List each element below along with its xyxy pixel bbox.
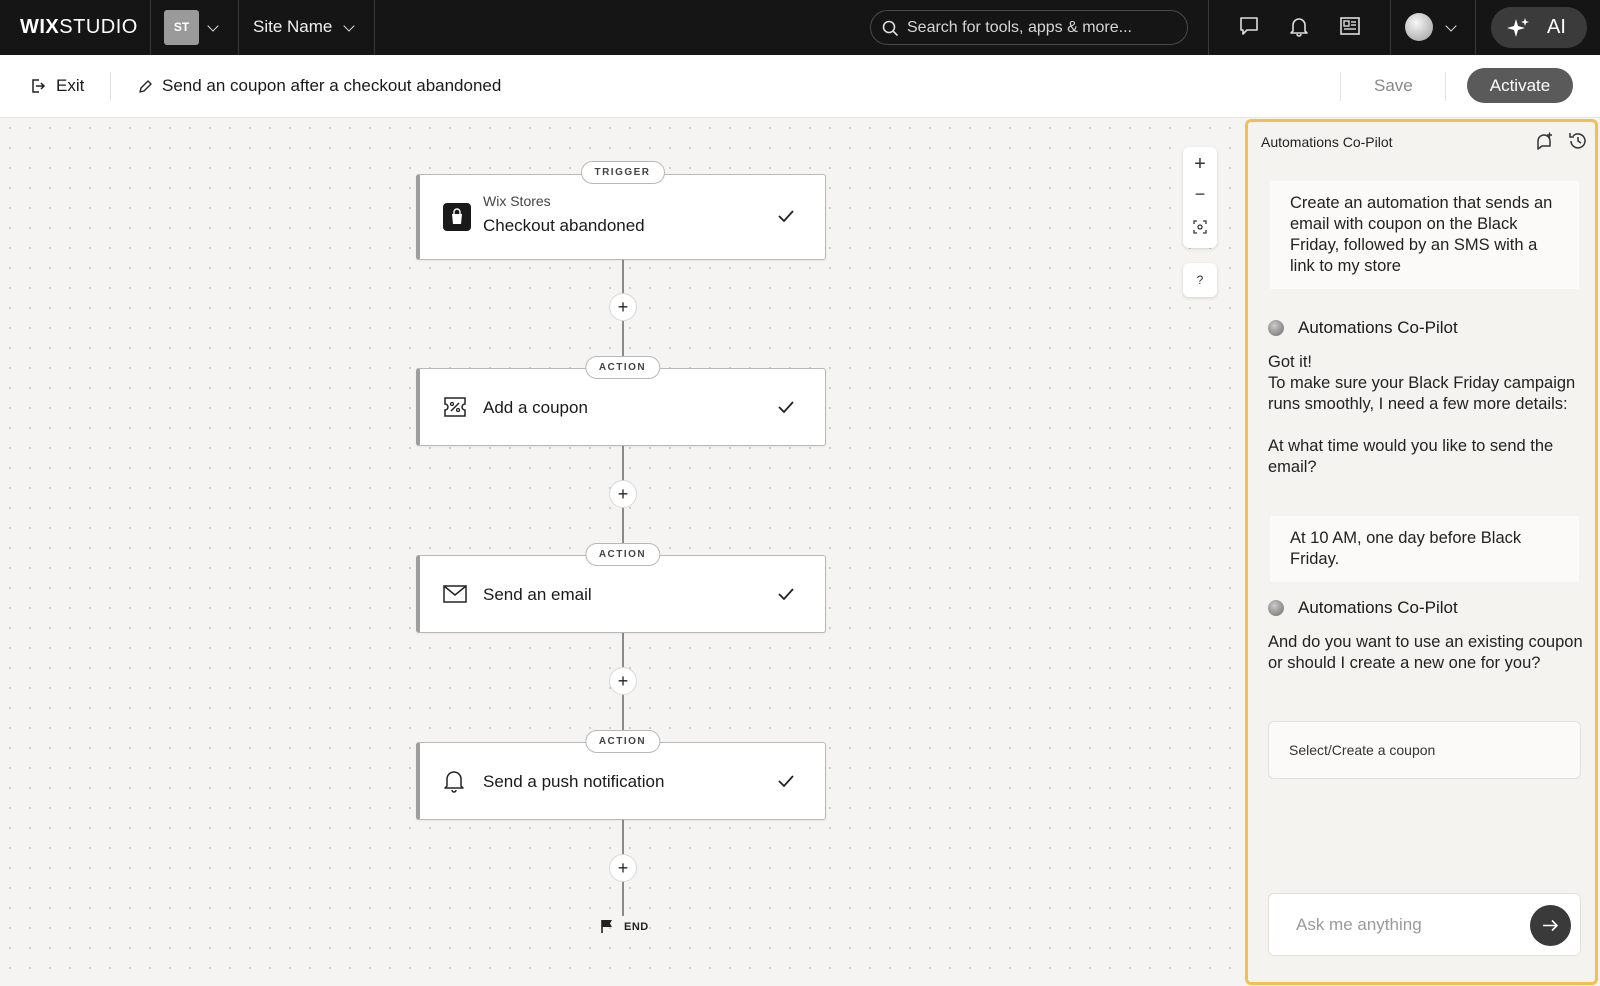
help-button[interactable]: ? xyxy=(1183,263,1217,297)
bot-message-line: At what time would you like to send the … xyxy=(1268,437,1554,476)
ai-button-label: AI xyxy=(1547,16,1566,38)
top-bar: WIXSTUDIO ST Site Name Search for tools,… xyxy=(0,0,1600,55)
bell-icon xyxy=(444,771,464,793)
action-title: Send an email xyxy=(483,585,592,604)
check-icon xyxy=(778,775,794,788)
trigger-source: Wix Stores xyxy=(483,193,551,209)
divider xyxy=(1445,72,1446,101)
trigger-node[interactable]: TRIGGER Wix Stores Checkout abandoned xyxy=(416,161,826,260)
select-coupon-button[interactable]: Select/Create a coupon xyxy=(1268,721,1581,779)
add-step-button[interactable]: + xyxy=(609,854,637,882)
ai-button[interactable]: AI xyxy=(1491,7,1587,48)
action-node-push-notification[interactable]: ACTION Send a push notification xyxy=(416,730,826,820)
user-avatar[interactable] xyxy=(1405,13,1433,41)
shopping-bag-icon xyxy=(443,203,471,231)
end-label: END xyxy=(624,921,649,933)
divider xyxy=(150,0,151,55)
bot-message-line: To make sure your Black Friday campaign … xyxy=(1268,374,1576,413)
action-pill: ACTION xyxy=(584,543,661,566)
bot-name: Automations Co-Pilot xyxy=(1298,598,1458,617)
coupon-icon xyxy=(444,397,466,417)
zoom-controls: + − xyxy=(1183,147,1217,248)
zoom-out-button[interactable]: − xyxy=(1183,184,1217,205)
check-icon xyxy=(778,401,794,414)
bot-message-line: Got it! xyxy=(1268,353,1313,371)
wix-studio-logo[interactable]: WIXSTUDIO xyxy=(20,16,138,39)
site-avatar[interactable]: ST xyxy=(164,10,199,45)
chevron-down-icon[interactable] xyxy=(1445,20,1457,32)
action-node-send-email[interactable]: ACTION Send an email xyxy=(416,543,826,633)
add-step-button[interactable]: + xyxy=(609,667,637,695)
check-icon xyxy=(778,588,794,601)
user-message: Create an automation that sends an email… xyxy=(1270,181,1579,289)
bot-message: Got it! To make sure your Black Friday c… xyxy=(1268,352,1586,478)
exit-icon xyxy=(32,79,46,93)
send-button[interactable] xyxy=(1530,905,1571,946)
new-chat-icon[interactable] xyxy=(1534,132,1554,152)
automation-name-label: Send an coupon after a checkout abandone… xyxy=(162,76,502,95)
add-step-button[interactable]: + xyxy=(609,480,637,508)
exit-label: Exit xyxy=(56,76,85,95)
save-button[interactable]: Save xyxy=(1374,76,1413,96)
sparkle-icon xyxy=(1507,18,1529,37)
activate-button[interactable]: Activate xyxy=(1467,68,1573,103)
bot-name: Automations Co-Pilot xyxy=(1298,318,1458,337)
add-step-button[interactable]: + xyxy=(609,293,637,321)
action-node-add-coupon[interactable]: ACTION Add a coupon xyxy=(416,356,826,446)
search-placeholder: Search for tools, apps & more... xyxy=(907,19,1132,36)
zoom-in-button[interactable]: + xyxy=(1183,153,1217,176)
arrow-right-icon xyxy=(1543,919,1559,932)
focus-icon xyxy=(1193,220,1207,234)
check-icon xyxy=(778,210,794,223)
search-input[interactable]: Search for tools, apps & more... xyxy=(870,10,1188,45)
chevron-down-icon[interactable] xyxy=(207,20,219,32)
envelope-icon xyxy=(443,585,467,603)
ask-input[interactable]: Ask me anything xyxy=(1268,893,1581,956)
bot-avatar xyxy=(1268,320,1284,336)
ask-placeholder: Ask me anything xyxy=(1296,915,1422,934)
trigger-pill: TRIGGER xyxy=(580,161,665,184)
divider xyxy=(110,72,111,101)
user-message: At 10 AM, one day before Black Friday. xyxy=(1270,516,1579,582)
divider xyxy=(1475,0,1476,55)
bot-message: And do you want to use an existing coupo… xyxy=(1268,633,1583,672)
pencil-icon xyxy=(139,80,152,93)
chevron-down-icon[interactable] xyxy=(343,20,355,32)
divider xyxy=(238,0,239,55)
copilot-panel: Automations Co-Pilot Create an automatio… xyxy=(1245,119,1598,985)
copilot-title: Automations Co-Pilot xyxy=(1261,134,1393,150)
divider xyxy=(1208,0,1209,55)
action-pill: ACTION xyxy=(584,730,661,753)
chat-icon[interactable] xyxy=(1238,15,1260,37)
fit-to-screen-button[interactable] xyxy=(1183,220,1217,238)
bell-icon[interactable] xyxy=(1288,15,1310,37)
action-title: Add a coupon xyxy=(483,398,588,417)
action-pill: ACTION xyxy=(584,356,661,379)
trigger-title: Checkout abandoned xyxy=(483,216,645,235)
news-icon[interactable] xyxy=(1339,15,1361,37)
site-name-dropdown[interactable]: Site Name xyxy=(253,17,332,37)
flag-icon xyxy=(601,920,612,933)
divider xyxy=(1340,72,1341,101)
divider xyxy=(374,0,375,55)
divider xyxy=(1390,0,1391,55)
automation-header: Exit Send an coupon after a checkout aba… xyxy=(0,55,1600,118)
search-icon xyxy=(882,20,899,37)
action-title: Send a push notification xyxy=(483,772,665,791)
bot-avatar xyxy=(1268,600,1284,616)
history-icon[interactable] xyxy=(1568,131,1588,151)
